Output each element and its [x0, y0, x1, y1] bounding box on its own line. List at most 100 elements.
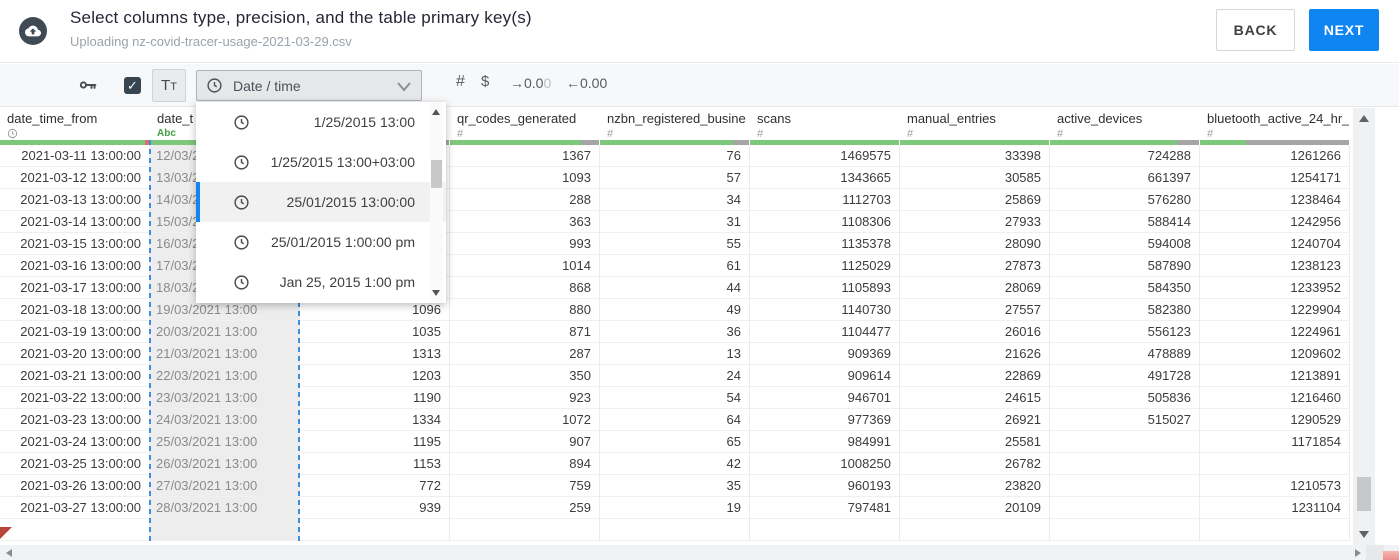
cell: 478889	[1050, 343, 1200, 365]
cell	[600, 519, 750, 541]
cell: 2021-03-12 13:00:00	[0, 167, 150, 189]
column-type-toolbar: ✓ TT Date / time # $ →0.00 ←0.00	[0, 64, 1399, 107]
cell: 1195	[300, 431, 450, 453]
number-type-button[interactable]: #	[456, 73, 465, 91]
cell: 27/03/2021 13:00	[150, 475, 300, 497]
scroll-down-icon[interactable]	[1359, 531, 1369, 538]
cell: 993	[450, 233, 600, 255]
format-option[interactable]: 25/01/2015 13:00:00	[196, 182, 446, 222]
clock-icon	[233, 274, 250, 291]
remove-decimal-button[interactable]: ←0.00	[566, 75, 607, 91]
datetime-format-select[interactable]: Date / time	[196, 70, 422, 101]
cell: 28/03/2021 13:00	[150, 497, 300, 519]
table-row: 2021-03-21 13:00:00 22/03/2021 13:00 1203 3…	[0, 365, 1350, 387]
cell: 923	[450, 387, 600, 409]
column-header-qr_codes_generated[interactable]: qr_codes_generated #	[450, 107, 600, 145]
column-header-scans[interactable]: scans #	[750, 107, 900, 145]
column-header-date_time_from[interactable]: date_time_from	[0, 107, 150, 145]
cell: 23/03/2021 13:00	[150, 387, 300, 409]
clock-icon	[233, 234, 250, 251]
clock-icon	[233, 114, 250, 131]
quality-green-segment	[1050, 140, 1177, 145]
cell: 26016	[900, 321, 1050, 343]
column-quality-bar	[1200, 140, 1349, 145]
clock-icon	[206, 77, 223, 94]
dropdown-scrollbar-thumb[interactable]	[431, 160, 442, 188]
scroll-left-icon[interactable]	[6, 549, 12, 557]
cell: 2021-03-18 13:00:00	[0, 299, 150, 321]
cell: 1014	[450, 255, 600, 277]
cell: 2021-03-27 13:00:00	[0, 497, 150, 519]
dropdown-scrollbar[interactable]	[430, 102, 443, 303]
scroll-up-icon[interactable]	[1359, 115, 1369, 122]
currency-type-button[interactable]: $	[481, 73, 489, 90]
format-option-label: 1/25/2015 13:00	[313, 114, 415, 130]
cell: 20/03/2021 13:00	[150, 321, 300, 343]
dropdown-scroll-up-icon[interactable]	[432, 109, 440, 115]
scroll-right-icon[interactable]	[1355, 549, 1361, 557]
horizontal-scrollbar[interactable]	[0, 545, 1399, 560]
quality-green-segment	[450, 140, 582, 145]
next-button[interactable]: NEXT	[1309, 9, 1379, 51]
cell: 2021-03-25 13:00:00	[0, 453, 150, 475]
quality-green-segment	[0, 140, 145, 145]
cell: 724288	[1050, 145, 1200, 167]
cell: 1233952	[1200, 277, 1350, 299]
cell: 977369	[750, 409, 900, 431]
cell: 1035	[300, 321, 450, 343]
back-button[interactable]: BACK	[1216, 9, 1295, 51]
primary-key-icon[interactable]	[78, 75, 98, 100]
cell: 21/03/2021 13:00	[150, 343, 300, 365]
format-option[interactable]: 1/25/2015 13:00	[196, 102, 446, 142]
cell: 587890	[1050, 255, 1200, 277]
cell: 1135378	[750, 233, 900, 255]
table-row: 2021-03-26 13:00:00 27/03/2021 13:00 772 75…	[0, 475, 1350, 497]
cell: 772	[300, 475, 450, 497]
column-header-active_devices[interactable]: active_devices #	[1050, 107, 1200, 145]
text-type-button[interactable]: TT	[152, 69, 186, 102]
format-option[interactable]: 1/25/2015 13:00+03:00	[196, 142, 446, 182]
cell: 1108306	[750, 211, 900, 233]
format-option[interactable]: Jan 25, 2015 1:00 pm	[196, 262, 446, 302]
column-name: manual_entries	[907, 111, 996, 126]
cell: 1153	[300, 453, 450, 475]
clock-icon	[233, 194, 250, 211]
page-subtitle: Uploading nz-covid-tracer-usage-2021-03-…	[70, 34, 352, 49]
cell: 19	[600, 497, 750, 519]
cell	[1050, 453, 1200, 475]
column-name: scans	[757, 111, 791, 126]
cell: 2021-03-20 13:00:00	[0, 343, 150, 365]
quality-red-segment	[144, 140, 149, 145]
cell: 582380	[1050, 299, 1200, 321]
cell: 868	[450, 277, 600, 299]
boolean-type-checkbox[interactable]: ✓	[124, 77, 141, 94]
cell: 871	[450, 321, 600, 343]
cell: 350	[450, 365, 600, 387]
table-row: 2021-03-27 13:00:00 28/03/2021 13:00 939 25…	[0, 497, 1350, 519]
cell: 26782	[900, 453, 1050, 475]
cell: 1242956	[1200, 211, 1350, 233]
cell: 1140730	[750, 299, 900, 321]
cell: 909369	[750, 343, 900, 365]
column-header-bluetooth_active_24_hr_[interactable]: bluetooth_active_24_hr_ #	[1200, 107, 1350, 145]
cell: 42	[600, 453, 750, 475]
cell: 25869	[900, 189, 1050, 211]
column-header-manual_entries[interactable]: manual_entries #	[900, 107, 1050, 145]
add-decimal-button[interactable]: →0.00	[510, 75, 551, 91]
format-option[interactable]: 25/01/2015 1:00:00 pm	[196, 222, 446, 262]
cell: 2021-03-24 13:00:00	[0, 431, 150, 453]
cell: 939	[300, 497, 450, 519]
cell: 1190	[300, 387, 450, 409]
vertical-scrollbar[interactable]	[1353, 108, 1375, 545]
cell: 594008	[1050, 233, 1200, 255]
dropdown-scroll-down-icon[interactable]	[432, 290, 440, 296]
column-header-nzbn_registered_busine[interactable]: nzbn_registered_busine #	[600, 107, 750, 145]
cell: 797481	[750, 497, 900, 519]
cell: 24615	[900, 387, 1050, 409]
table-row: 2021-03-22 13:00:00 23/03/2021 13:00 1190 9…	[0, 387, 1350, 409]
column-quality-bar	[1050, 140, 1199, 145]
cell: 1240704	[1200, 233, 1350, 255]
quality-gray-segment	[1176, 140, 1199, 145]
cell: 259	[450, 497, 600, 519]
vertical-scrollbar-thumb[interactable]	[1357, 477, 1371, 511]
